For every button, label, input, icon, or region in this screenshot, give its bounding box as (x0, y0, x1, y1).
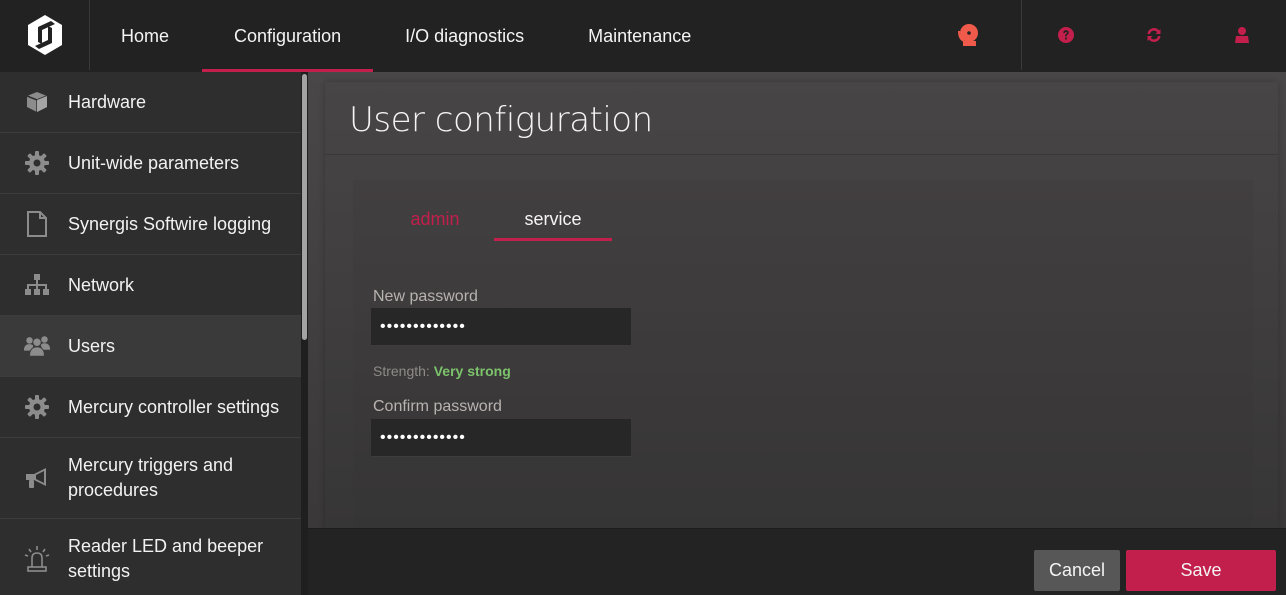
confirm-password-input[interactable] (371, 419, 631, 457)
nav-maintenance[interactable]: Maintenance (556, 0, 723, 72)
megaphone-icon (23, 464, 51, 492)
main-content: User configuration admin service New pas… (308, 72, 1286, 528)
tab-service[interactable]: service (494, 208, 612, 241)
sidebar-item-label: Unit-wide parameters (68, 152, 240, 173)
help-icon (1058, 27, 1074, 43)
save-button[interactable]: Save (1126, 550, 1276, 591)
new-password-label: New password (373, 288, 478, 305)
user-icon (1235, 27, 1249, 43)
gear-icon (23, 149, 51, 177)
sidebar-item-label: Reader LED and beeper settings (68, 536, 264, 581)
header-actions (914, 0, 1286, 70)
beacon-icon (23, 545, 51, 573)
user-configuration-panel: User configuration admin service New pas… (325, 82, 1278, 528)
nav-io-diagnostics[interactable]: I/O diagnostics (373, 0, 556, 72)
refresh-icon (1147, 28, 1161, 42)
password-strength: Strength: Very strong (373, 363, 511, 379)
cancel-button[interactable]: Cancel (1034, 550, 1120, 591)
network-icon (23, 271, 51, 299)
sidebar: Hardware Unit-wide parameters Synergis S… (0, 72, 308, 595)
confirm-password-label: Confirm password (373, 398, 502, 415)
user-tabs: admin service (376, 208, 612, 241)
help-button[interactable] (1022, 0, 1110, 70)
sidebar-item-hardware[interactable]: Hardware (0, 72, 301, 133)
users-icon (23, 332, 51, 360)
sidebar-item-softwire-logging[interactable]: Synergis Softwire logging (0, 194, 301, 255)
sidebar-item-label: Mercury triggers and procedures (68, 455, 234, 500)
sidebar-scrollbar-thumb[interactable] (302, 74, 307, 340)
user-button[interactable] (1198, 0, 1286, 70)
sidebar-item-label: Network (68, 274, 135, 295)
strength-label: Strength: (373, 363, 430, 379)
cube-icon (23, 88, 51, 116)
user-form-card: admin service New password Strength: Ver… (353, 180, 1253, 528)
sidebar-item-reader-led-beeper[interactable]: Reader LED and beeper settings (0, 519, 301, 595)
new-password-input[interactable] (371, 308, 631, 346)
alarm-button[interactable] (914, 0, 1022, 70)
genetec-logo-icon (27, 15, 62, 55)
sidebar-item-label: Hardware (68, 91, 147, 112)
nav-configuration[interactable]: Configuration (202, 0, 374, 72)
file-icon (23, 210, 51, 238)
sidebar-item-network[interactable]: Network (0, 255, 301, 316)
sidebar-item-label: Users (68, 335, 116, 356)
main-nav: Home Configuration I/O diagnostics Maint… (90, 0, 723, 72)
strength-value: Very strong (433, 363, 511, 379)
app-logo[interactable] (0, 0, 90, 70)
nav-home[interactable]: Home (90, 0, 202, 72)
tab-admin[interactable]: admin (376, 208, 494, 241)
sidebar-item-label: Mercury controller settings (68, 396, 280, 417)
page-title: User configuration (349, 100, 653, 140)
alarm-bell-icon (957, 24, 978, 46)
sidebar-item-mercury-triggers[interactable]: Mercury triggers and procedures (0, 438, 301, 519)
top-bar: Home Configuration I/O diagnostics Maint… (0, 0, 1286, 72)
action-bar: Cancel Save (308, 528, 1286, 595)
gear-icon (23, 393, 51, 421)
sidebar-item-label: Synergis Softwire logging (68, 213, 272, 234)
sidebar-item-unit-wide-parameters[interactable]: Unit-wide parameters (0, 133, 301, 194)
refresh-button[interactable] (1110, 0, 1198, 70)
sidebar-item-mercury-controller-settings[interactable]: Mercury controller settings (0, 377, 301, 438)
title-divider (325, 154, 1278, 155)
sidebar-item-users[interactable]: Users (0, 316, 301, 377)
